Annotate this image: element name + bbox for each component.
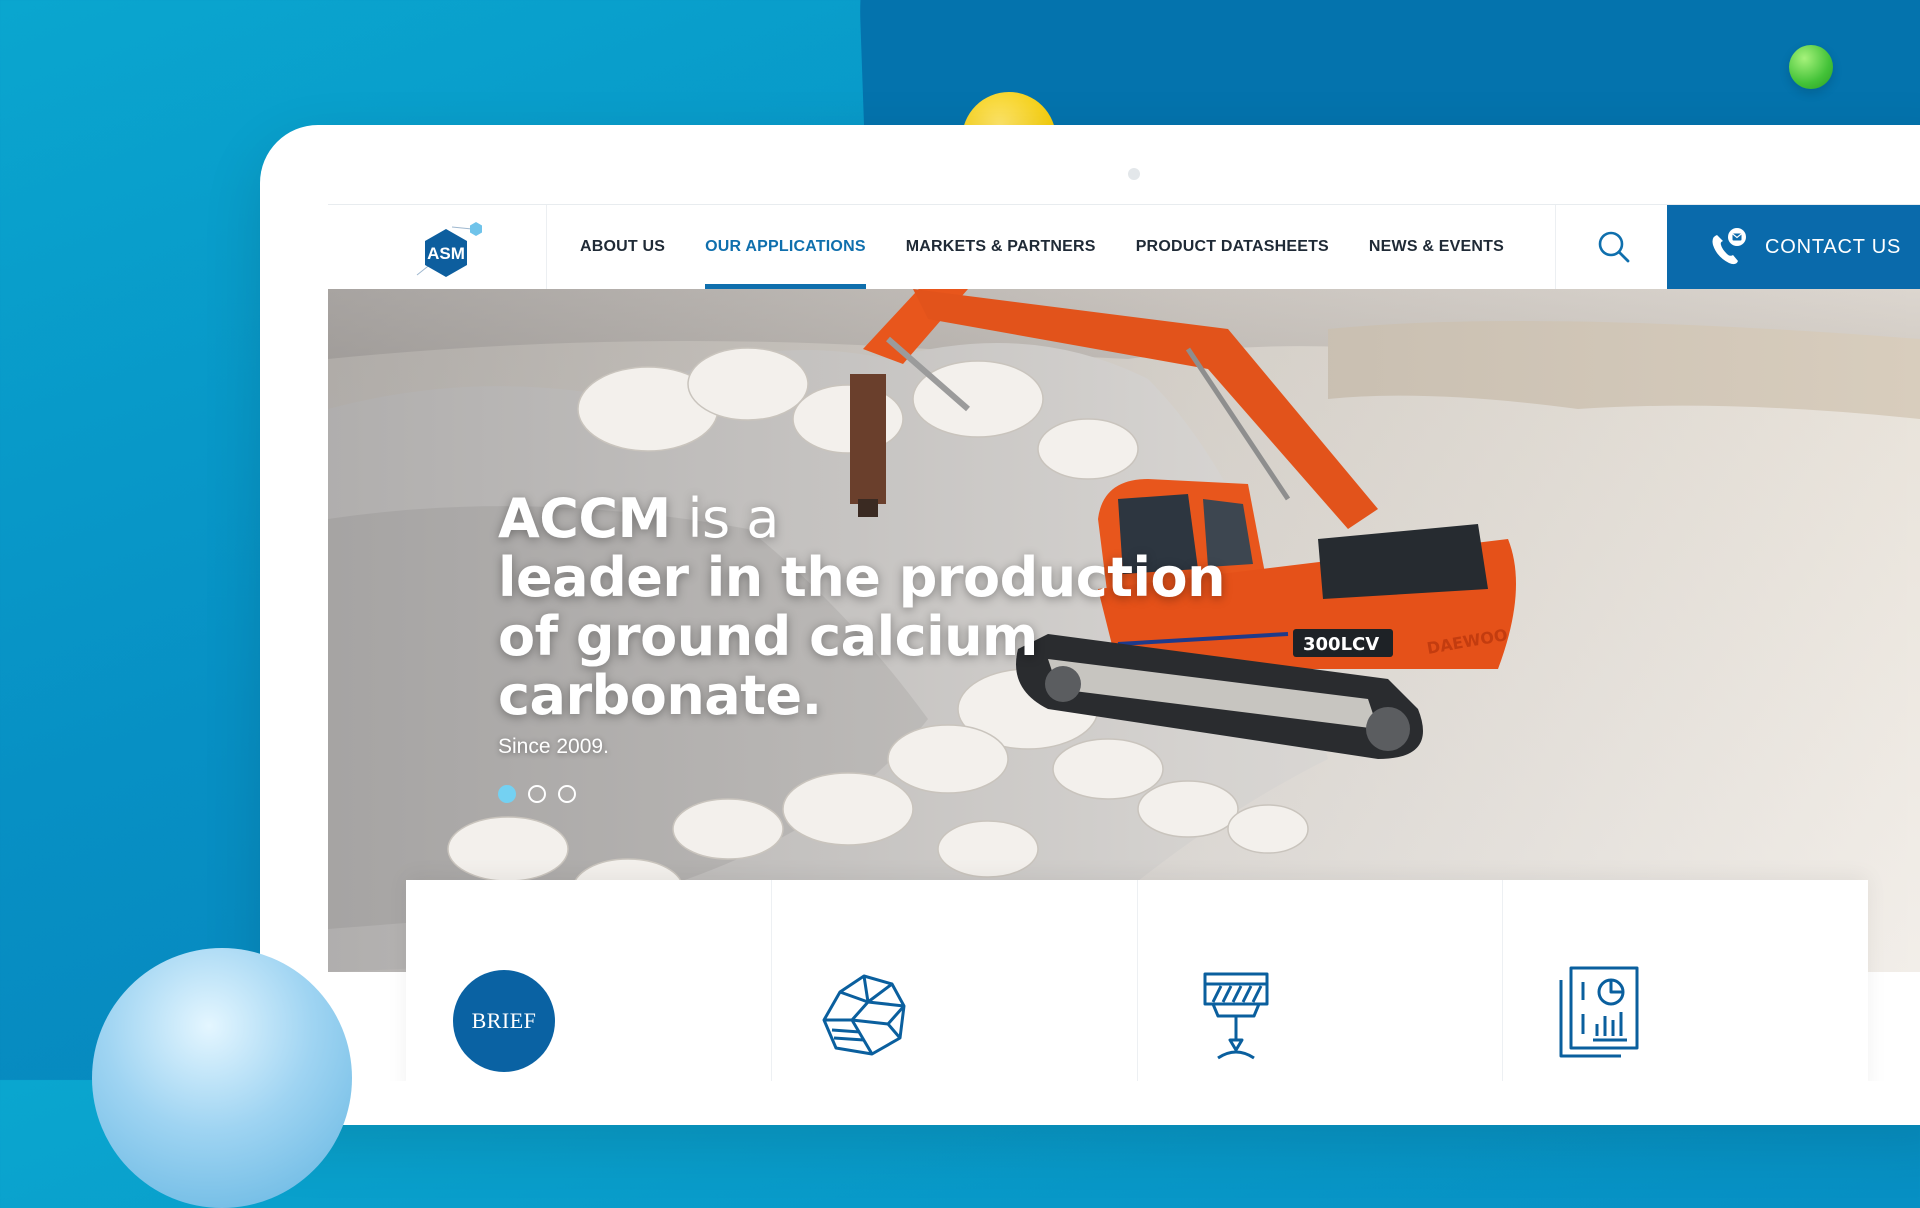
hero-heading-line-4: carbonate. <box>498 664 822 727</box>
site-header: ASM ABOUT US OUR APPLICATIONS MARKETS & … <box>328 205 1920 290</box>
hero-banner: 300LCV DAEWOO ACCM is a leader in the pr… <box>328 289 1920 972</box>
svg-text:300LCV: 300LCV <box>1303 634 1379 655</box>
contact-us-button[interactable]: CONTACT US <box>1667 205 1920 289</box>
contact-us-label: CONTACT US <box>1765 235 1902 258</box>
nav-about-us[interactable]: ABOUT US <box>560 205 685 289</box>
logo-divider <box>546 205 547 289</box>
tablet-camera <box>1128 168 1140 180</box>
search-icon[interactable] <box>1596 229 1632 265</box>
nav-product-datasheets[interactable]: PRODUCT DATASHEETS <box>1116 205 1349 289</box>
report-chart-icon <box>1559 966 1639 1058</box>
feature-card-reports[interactable] <box>1503 880 1868 1081</box>
main-navigation: ABOUT US OUR APPLICATIONS MARKETS & PART… <box>560 205 1524 289</box>
svg-text:ASM: ASM <box>427 244 465 263</box>
hero-heading-brand: ACCM <box>498 487 671 550</box>
slider-dot-1[interactable] <box>498 785 516 803</box>
hero-heading-line-2: leader in the production <box>498 546 1226 609</box>
feature-card-minerals[interactable] <box>772 880 1138 1081</box>
nav-news-events[interactable]: NEWS & EVENTS <box>1349 205 1524 289</box>
hero-subtitle: Since 2009. <box>498 735 609 758</box>
feature-card-brief[interactable]: BRIEF <box>406 880 772 1081</box>
phone-mail-icon <box>1712 228 1746 265</box>
hero-heading-part-1: is a <box>670 487 779 550</box>
company-logo[interactable]: ASM <box>412 219 482 281</box>
mineral-rock-icon <box>822 974 906 1056</box>
slider-pagination <box>498 785 1258 803</box>
website: ASM ABOUT US OUR APPLICATIONS MARKETS & … <box>328 204 1920 1081</box>
blue-sphere-decoration <box>92 948 352 1208</box>
hero-heading: ACCM is a leader in the production of gr… <box>498 489 1258 725</box>
nav-markets-partners[interactable]: MARKETS & PARTNERS <box>886 205 1116 289</box>
slider-dot-3[interactable] <box>558 785 576 803</box>
green-sphere-decoration <box>1789 45 1833 89</box>
feature-card-grinding[interactable] <box>1138 880 1504 1081</box>
nav-our-applications[interactable]: OUR APPLICATIONS <box>685 205 886 289</box>
hero-text-block: ACCM is a leader in the production of gr… <box>498 489 1258 803</box>
slider-dot-2[interactable] <box>528 785 546 803</box>
brief-badge-icon: BRIEF <box>453 970 555 1072</box>
feature-cards: BRIEF <box>406 880 1868 1081</box>
grinder-drill-icon <box>1203 972 1268 1060</box>
hero-heading-line-3: of ground calcium <box>498 605 1038 668</box>
search-divider <box>1555 205 1556 289</box>
